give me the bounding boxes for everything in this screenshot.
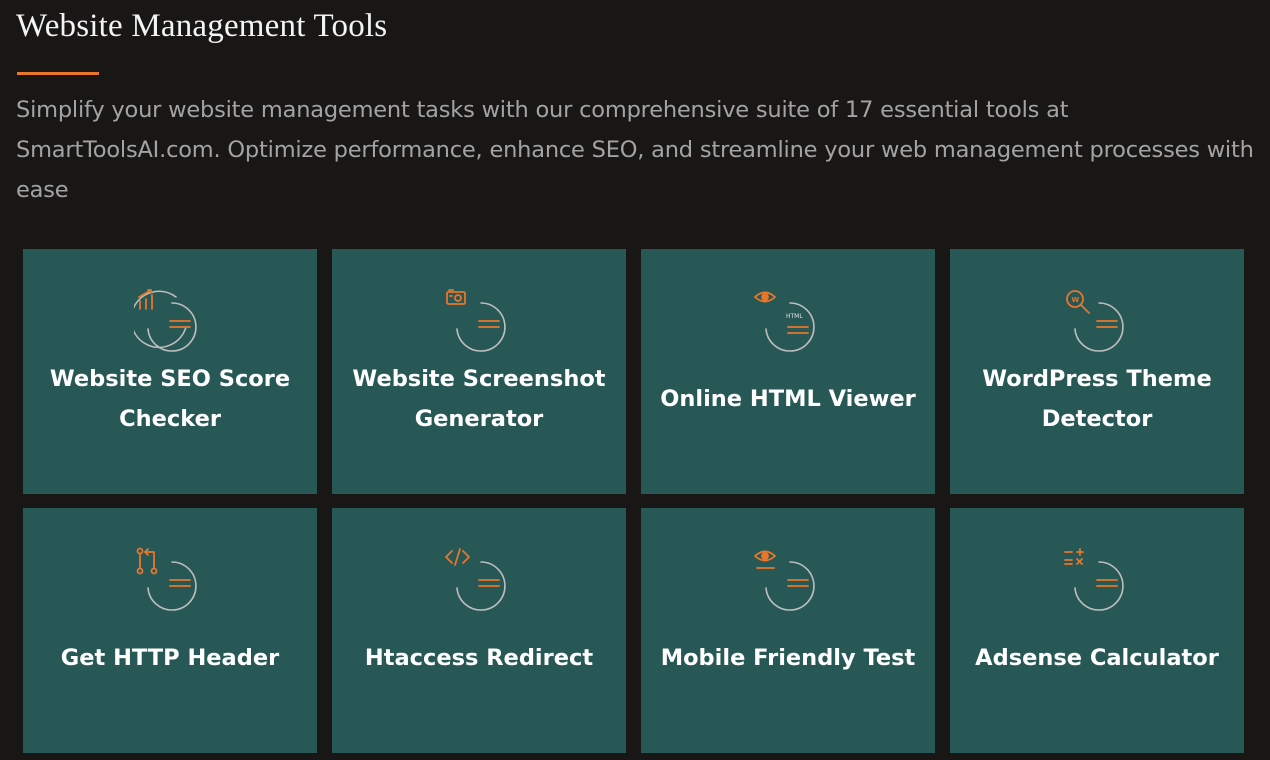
section-title: Website Management Tools (16, 8, 388, 44)
search-wordpress-icon: W (1066, 290, 1124, 352)
tool-label: Online HTML Viewer (660, 386, 916, 412)
tool-card-mobile-friendly-test[interactable]: Mobile Friendly Test (641, 508, 935, 753)
tool-card-adsense-calculator[interactable]: Adsense Calculator (950, 508, 1244, 753)
tool-label: Htaccess Redirect (364, 645, 594, 671)
title-underline (17, 72, 99, 75)
tools-grid: Website SEO Score Checker Website Screen… (23, 249, 1244, 753)
tool-card-online-html-viewer[interactable]: HTML Online HTML Viewer (641, 249, 935, 494)
svg-text:HTML: HTML (786, 313, 803, 320)
seo-chart-icon (134, 289, 197, 352)
calculator-icon (1064, 548, 1124, 611)
tool-card-seo-score-checker[interactable]: Website SEO Score Checker (23, 249, 317, 494)
code-icon (445, 548, 506, 611)
tool-label: Get HTTP Header (60, 645, 280, 671)
section-description: Simplify your website management tasks w… (16, 97, 1254, 203)
eye-html-icon: HTML (754, 291, 815, 352)
tool-label: Adsense Calculator (975, 645, 1219, 671)
tool-label: Website Screenshot Generator (352, 366, 606, 432)
tool-card-htaccess-redirect[interactable]: Htaccess Redirect (332, 508, 626, 753)
tool-card-screenshot-generator[interactable]: Website Screenshot Generator (332, 249, 626, 494)
pull-request-icon (136, 547, 197, 611)
tool-card-wordpress-theme-detector[interactable]: W WordPress Theme Detector (950, 249, 1244, 494)
tool-label: Mobile Friendly Test (660, 645, 916, 671)
tool-label: Website SEO Score Checker (49, 366, 291, 432)
svg-text:W: W (1072, 296, 1080, 304)
tool-label: WordPress Theme Detector (982, 366, 1212, 432)
eye-icon (754, 550, 815, 611)
camera-icon (446, 289, 506, 352)
tool-card-get-http-header[interactable]: Get HTTP Header (23, 508, 317, 753)
